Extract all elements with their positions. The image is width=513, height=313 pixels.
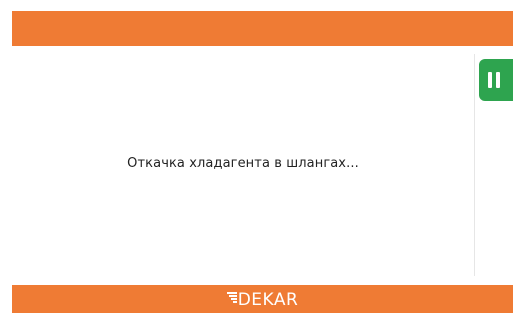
speed-lines-icon <box>226 292 237 304</box>
footer-bar: DEKAR <box>12 285 513 313</box>
side-divider <box>474 54 475 276</box>
main-content: Откачка хладагента в шлангах... <box>12 46 474 278</box>
status-message: Откачка хладагента в шлангах... <box>127 156 359 171</box>
pause-icon-bar <box>496 72 500 88</box>
screen: Откачка хладагента в шлангах... DEKAR <box>0 0 513 313</box>
logo-text: DEKAR <box>237 290 299 310</box>
pause-icon <box>488 72 492 88</box>
pause-button[interactable] <box>479 59 513 101</box>
brand-logo: DEKAR <box>12 290 513 310</box>
header-bar <box>12 11 513 46</box>
